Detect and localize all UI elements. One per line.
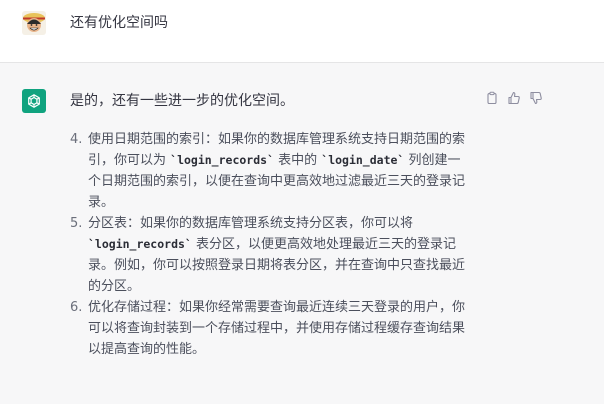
user-message-text: 还有优化空间吗 [70,15,168,31]
inline-code: `login_records` [170,153,274,167]
optimization-list: 4. 使用日期范围的索引：如果你的数据库管理系统支持日期范围的索引，你可以为 `… [70,129,470,360]
clipboard-icon [487,91,497,105]
list-item-text: 优化存储过程：如果你经常需要查询最近连续三天登录的用户，你可以将查询封装到一个存… [88,300,466,357]
inline-code: `login_records` [88,237,192,251]
thumbs-down-button[interactable] [528,90,544,106]
chat-window: 还有优化空间吗 是的，还有一些进一步的优化空间。 4. 使用日期范围的索引：如果… [0,0,604,404]
thumbs-up-icon [508,91,520,105]
user-avatar-icon [22,11,46,35]
thumbs-up-button[interactable] [506,90,522,106]
message-actions [484,90,544,106]
user-message-row: 还有优化空间吗 [0,0,604,63]
list-item-number: 6. [70,300,83,315]
assistant-message-row: 是的，还有一些进一步的优化空间。 4. 使用日期范围的索引：如果你的数据库管理系… [0,63,604,404]
list-item-text: 分区表：如果你的数据库管理系统支持分区表，你可以将 [88,216,414,231]
list-item: 5. 分区表：如果你的数据库管理系统支持分区表，你可以将 `login_reco… [70,213,470,297]
list-item-number: 4. [70,132,83,147]
list-item: 4. 使用日期范围的索引：如果你的数据库管理系统支持日期范围的索引，你可以为 `… [70,129,470,213]
chatgpt-logo-icon [22,89,46,113]
thumbs-down-icon [530,91,542,105]
assistant-reply-intro: 是的，还有一些进一步的优化空间。 [70,93,294,109]
list-item-number: 5. [70,216,83,231]
list-item-text: 表中的 [274,153,322,168]
list-item: 6. 优化存储过程：如果你经常需要查询最近连续三天登录的用户，你可以将查询封装到… [70,297,470,360]
inline-code: `login_date` [321,153,405,167]
copy-button[interactable] [484,90,500,106]
